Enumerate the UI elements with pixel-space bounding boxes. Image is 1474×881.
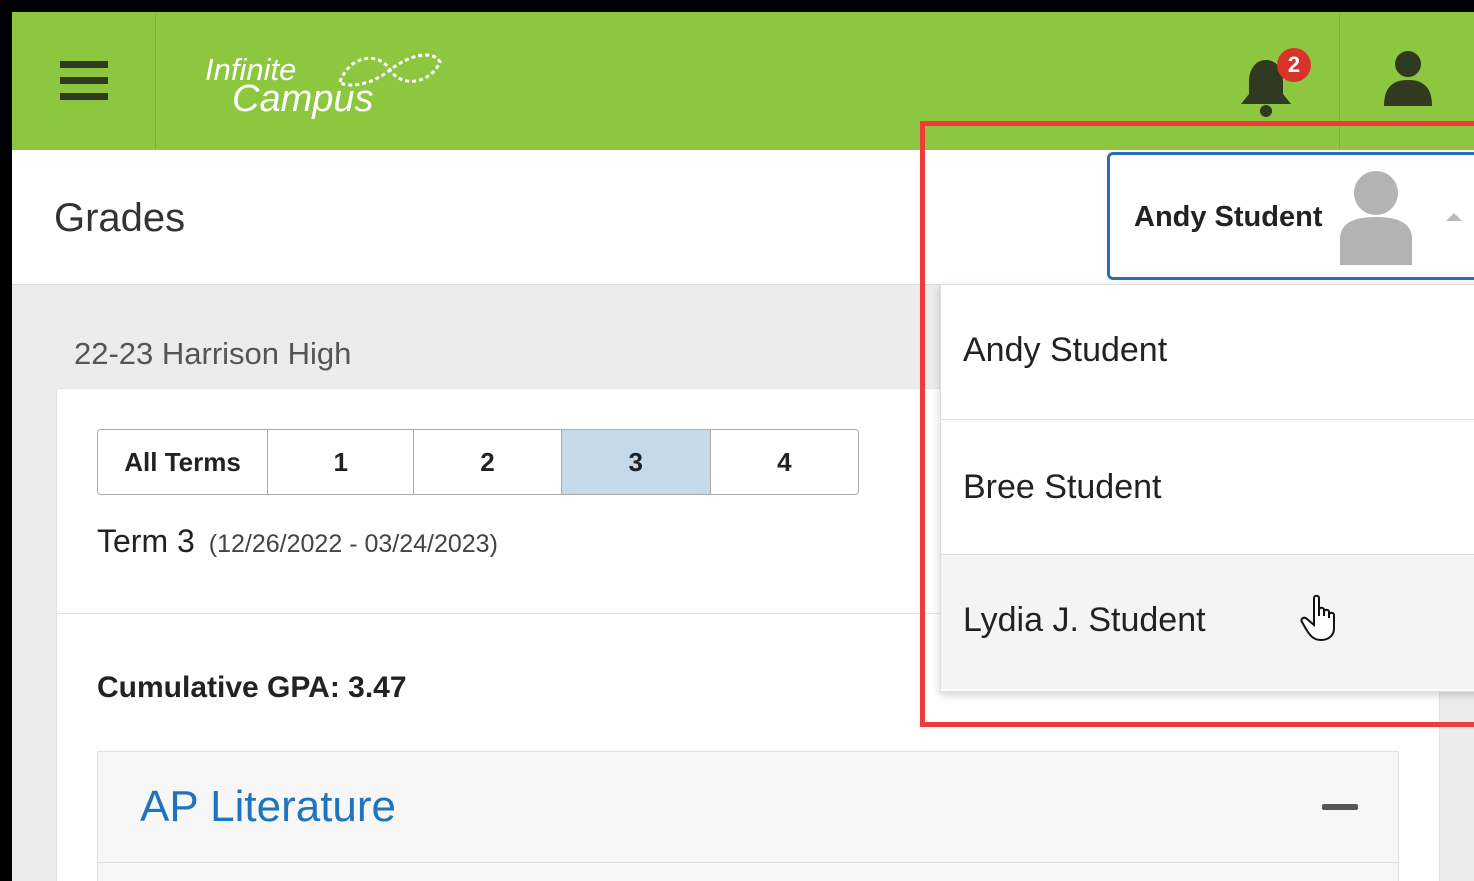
current-term: Term 3 (12/26/2022 - 03/24/2023) <box>97 523 498 560</box>
term-4-button[interactable]: 4 <box>710 430 858 494</box>
term-name: Term 3 <box>97 523 195 559</box>
term-2-button[interactable]: 2 <box>414 430 562 494</box>
infinite-campus-logo[interactable]: Infinite Campus <box>202 42 452 122</box>
hamburger-icon <box>59 61 108 100</box>
student-option-label: Andy Student <box>963 331 1168 369</box>
term-all-button[interactable]: All Terms <box>98 430 269 494</box>
term-3-button[interactable]: 3 <box>561 430 711 494</box>
student-option-andy[interactable]: Andy Student <box>941 285 1474 420</box>
user-menu-button[interactable] <box>1382 50 1434 106</box>
app-frame: Infinite Campus 2 Grades 22-23 Harrison … <box>12 12 1474 881</box>
caret-up-icon <box>1446 213 1462 221</box>
student-dropdown: Andy Student Bree Student Lydia J. Stude… <box>940 284 1474 692</box>
logo-swoosh-icon <box>338 53 442 87</box>
student-option-label: Bree Student <box>963 468 1162 506</box>
user-icon <box>1384 51 1432 106</box>
term-selector: All Terms 1 2 3 4 <box>97 429 859 495</box>
avatar-icon <box>1340 171 1412 265</box>
menu-button[interactable] <box>12 12 156 150</box>
cumulative-gpa: Cumulative GPA: 3.47 <box>97 671 407 704</box>
minus-icon[interactable] <box>1322 804 1358 810</box>
selected-student-name: Andy Student <box>1134 201 1323 233</box>
student-selector[interactable]: Andy Student <box>1107 152 1474 280</box>
top-bar: Infinite Campus 2 <box>12 12 1474 150</box>
course-name-link[interactable]: AP Literature <box>140 782 396 832</box>
student-option-bree[interactable]: Bree Student <box>941 420 1474 555</box>
page-title: Grades <box>54 196 186 240</box>
student-option-lydia[interactable]: Lydia J. Student <box>941 555 1474 689</box>
course-panel: AP Literature <box>97 751 1399 881</box>
notifications-button[interactable]: 2 <box>1237 48 1311 118</box>
topbar-divider <box>1339 12 1340 150</box>
course-divider <box>98 862 1398 863</box>
hand-pointer-icon <box>1300 594 1335 642</box>
student-option-label: Lydia J. Student <box>963 601 1206 639</box>
notification-count-badge: 2 <box>1277 48 1311 82</box>
term-1-button[interactable]: 1 <box>268 430 415 494</box>
term-dates: (12/26/2022 - 03/24/2023) <box>208 530 498 558</box>
school-name: 22-23 Harrison High <box>74 336 352 371</box>
